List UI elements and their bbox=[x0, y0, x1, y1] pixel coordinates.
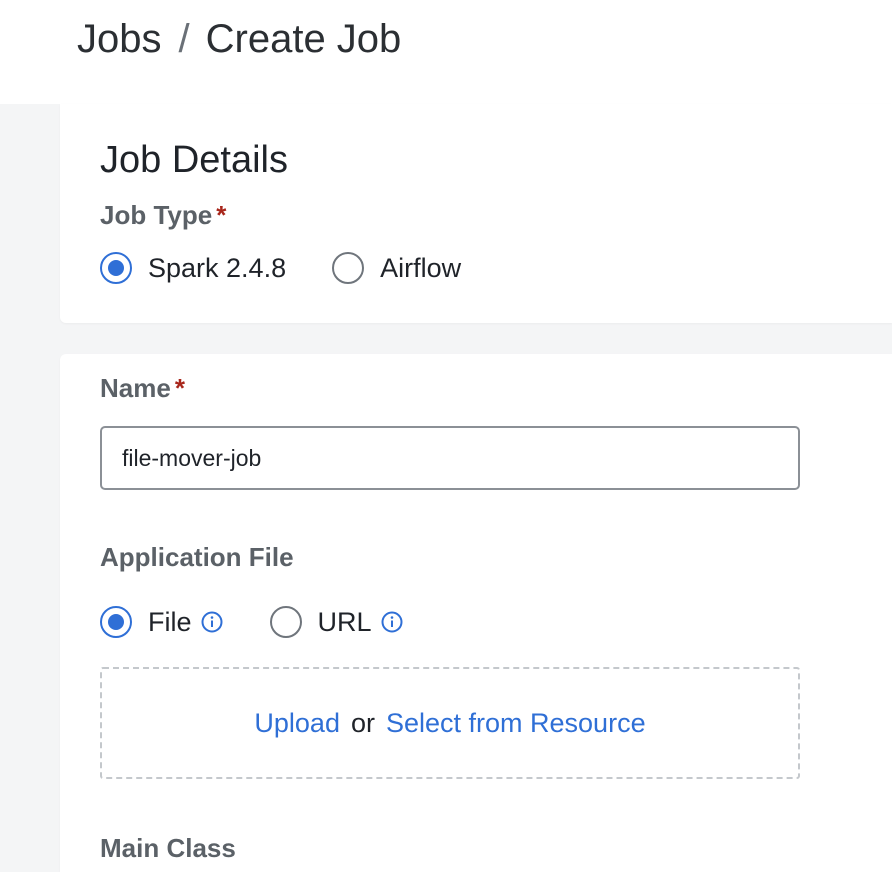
job-details-card: Job Details Job Type * Spark 2.4.8 Airflo… bbox=[60, 104, 892, 323]
breadcrumb-current: Create Job bbox=[205, 17, 402, 61]
file-dropzone[interactable]: Upload or Select from Resource bbox=[100, 667, 800, 779]
info-icon[interactable] bbox=[201, 611, 223, 633]
job-type-option-spark[interactable]: Spark 2.4.8 bbox=[100, 252, 286, 284]
radio-airflow-label: Airflow bbox=[380, 253, 462, 283]
radio-spark[interactable] bbox=[100, 252, 132, 284]
application-file-radio-group: File URL bbox=[100, 606, 403, 638]
page-header: Jobs / Create Job bbox=[0, 0, 892, 104]
job-type-option-airflow[interactable]: Airflow bbox=[332, 252, 461, 284]
dropzone-or-text: or bbox=[350, 707, 375, 738]
radio-url-label: URL bbox=[317, 607, 372, 637]
main-class-label: Main Class bbox=[100, 833, 236, 863]
application-file-label: Application File bbox=[100, 542, 294, 572]
job-type-radio-group: Spark 2.4.8 Airflow bbox=[100, 252, 461, 284]
job-type-label-text: Job Type bbox=[100, 200, 213, 230]
select-from-resource-link[interactable]: Select from Resource bbox=[386, 708, 646, 739]
breadcrumb-jobs-link[interactable]: Jobs bbox=[77, 16, 162, 62]
breadcrumb-separator: / bbox=[178, 17, 190, 61]
name-input[interactable] bbox=[100, 426, 800, 490]
breadcrumb: Jobs / Create Job bbox=[77, 16, 401, 62]
required-marker: * bbox=[174, 373, 185, 403]
radio-spark-label: Spark 2.4.8 bbox=[148, 253, 287, 283]
section-title-job-details: Job Details bbox=[100, 139, 288, 181]
radio-airflow[interactable] bbox=[332, 252, 365, 284]
name-label: Name * bbox=[100, 373, 185, 403]
upload-link[interactable]: Upload bbox=[254, 708, 340, 739]
job-config-card: Name* Application File File URL bbox=[60, 354, 892, 872]
radio-file-label: File bbox=[148, 607, 192, 637]
required-marker: * bbox=[216, 200, 227, 230]
radio-file[interactable] bbox=[100, 606, 132, 638]
job-type-label: Job Type * bbox=[100, 200, 226, 230]
name-label-text: Name bbox=[100, 373, 171, 403]
radio-url[interactable] bbox=[269, 606, 302, 638]
application-file-option-url[interactable]: URL bbox=[269, 606, 403, 638]
info-icon[interactable] bbox=[381, 611, 403, 633]
application-file-option-file[interactable]: File bbox=[100, 606, 223, 638]
